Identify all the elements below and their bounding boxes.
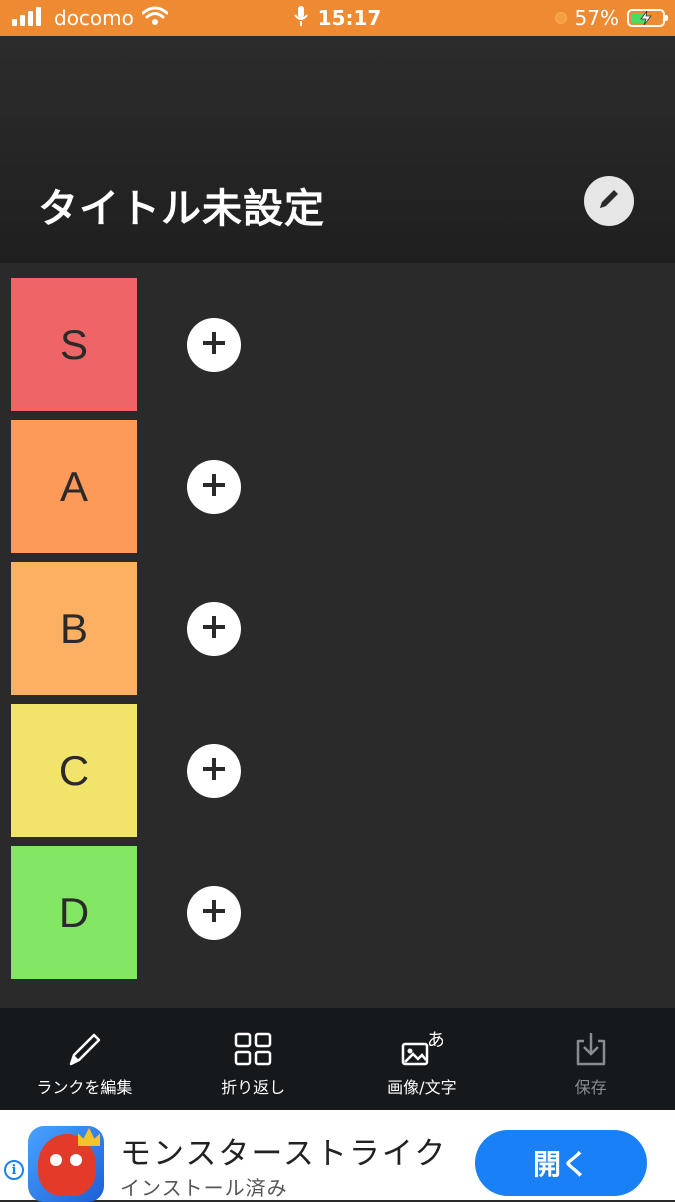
tier-label-s[interactable]: S: [11, 278, 137, 411]
tier-label-b[interactable]: B: [11, 562, 137, 695]
tier-list: S A B C D: [0, 263, 675, 1008]
crown-icon: [78, 1128, 100, 1146]
plus-icon: [201, 330, 227, 360]
tier-row-s: S: [0, 278, 675, 411]
image-text-icon: あ: [401, 1030, 443, 1068]
tier-label-c[interactable]: C: [11, 704, 137, 837]
status-bar: docomo 15:17 57%: [0, 0, 675, 36]
page-title[interactable]: タイトル未設定: [38, 176, 325, 234]
wrap-label: 折り返し: [221, 1078, 286, 1097]
tier-row-c: C: [0, 704, 675, 837]
add-item-button-b[interactable]: [187, 602, 241, 656]
add-item-button-c[interactable]: [187, 744, 241, 798]
info-icon[interactable]: i: [4, 1160, 24, 1180]
bottom-toolbar: ランクを編集 折り返し あ 画像/文字 保存: [0, 1008, 675, 1110]
orange-dot-icon: [554, 12, 567, 24]
battery-icon: [627, 9, 668, 27]
tier-row-a: A: [0, 420, 675, 553]
plus-icon: [201, 756, 227, 786]
add-item-button-s[interactable]: [187, 318, 241, 372]
grid-icon: [234, 1030, 272, 1068]
edit-rank-label: ランクを編集: [36, 1078, 133, 1097]
app-icon[interactable]: [28, 1126, 104, 1202]
tier-label-a[interactable]: A: [11, 420, 137, 553]
open-button[interactable]: 開く: [475, 1130, 647, 1196]
save-label: 保存: [574, 1078, 607, 1097]
plus-icon: [201, 472, 227, 502]
add-item-button-a[interactable]: [187, 460, 241, 514]
battery-percent: 57%: [574, 6, 619, 30]
ad-banner[interactable]: i モンスターストライク インストール済み 開く: [0, 1110, 675, 1202]
wrap-button[interactable]: 折り返し: [169, 1008, 338, 1110]
svg-text:あ: あ: [427, 1030, 443, 1051]
monster-eye: [70, 1154, 82, 1166]
ad-subtitle: インストール済み: [120, 1176, 288, 1200]
plus-icon: [201, 898, 227, 928]
save-button[interactable]: 保存: [506, 1008, 675, 1110]
pencil-icon: [596, 186, 622, 216]
edit-rank-button[interactable]: ランクを編集: [0, 1008, 169, 1110]
tier-row-d: D: [0, 846, 675, 979]
add-item-button-d[interactable]: [187, 886, 241, 940]
download-icon: [574, 1030, 608, 1068]
monster-eye: [50, 1154, 62, 1166]
image-text-label: 画像/文字: [387, 1078, 457, 1097]
microphone-icon: [293, 5, 308, 32]
ad-title[interactable]: モンスターストライク: [120, 1128, 447, 1173]
tier-label-d[interactable]: D: [11, 846, 137, 979]
tier-row-b: B: [0, 562, 675, 695]
pencil-icon: [65, 1030, 103, 1068]
edit-title-button[interactable]: [584, 176, 634, 226]
clock: 15:17: [317, 6, 382, 30]
image-text-button[interactable]: あ 画像/文字: [338, 1008, 507, 1110]
plus-icon: [201, 614, 227, 644]
header: タイトル未設定: [0, 36, 675, 263]
